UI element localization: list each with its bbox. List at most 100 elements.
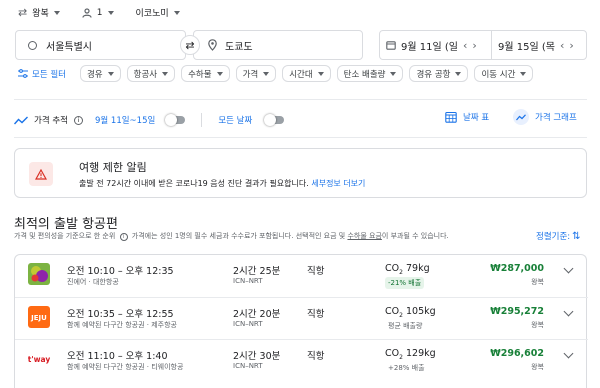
chevron-left-icon[interactable]: ‹	[463, 39, 467, 52]
chip-label: 가격	[242, 69, 259, 80]
expand-chevron-icon[interactable]	[563, 263, 574, 274]
co2-prefix: CO	[385, 306, 400, 317]
return-date-field[interactable]: 9월 15일 (목 ‹ ›	[492, 31, 580, 59]
flight-row[interactable]: JEJU 오전 10:35 – 오후 12:55 함께 예약된 다구간 항공권 …	[15, 297, 588, 339]
caret-down-icon	[107, 10, 114, 15]
destination-input[interactable]: 도쿄도	[193, 30, 363, 60]
price-graph-button[interactable]: 가격 그래프	[513, 109, 577, 125]
co2-sub: 2	[399, 311, 403, 319]
ranking-note: 가격 및 편의성을 기준으로 한 순위	[14, 232, 116, 240]
bag-fees-link[interactable]: 수하물 요금	[347, 232, 381, 240]
chevron-left-icon[interactable]: ‹	[560, 39, 564, 52]
date-grid-label: 날짜 표	[463, 113, 490, 123]
flight-times: 오전 10:35 – 오후 12:55	[67, 309, 174, 320]
depart-date-field[interactable]: 9월 11일 (일 ‹ ›	[380, 31, 492, 59]
filter-chip-bags[interactable]: 수하물	[181, 65, 230, 82]
info-icon[interactable]: i	[73, 115, 83, 125]
chevron-right-icon[interactable]: ›	[569, 39, 573, 52]
chip-label: 수하물	[188, 69, 212, 80]
caret-down-icon	[216, 71, 223, 76]
origin-value: 서울특별시	[46, 41, 92, 53]
swap-arrows-icon: ⇄	[18, 6, 28, 19]
flight-row[interactable]: t'way 오전 11:10 – 오후 1:40 함께 예약된 다구간 항공권 …	[15, 339, 588, 381]
caret-down-icon	[390, 71, 397, 76]
swap-locations-button[interactable]: ⇄	[180, 35, 200, 55]
price-tracking-label: 가격 추적	[34, 116, 68, 126]
price-tracking-row: 가격 추적 i 9월 11일~15일 모든 날짜	[14, 113, 285, 127]
filter-chip-emissions[interactable]: 탄소 배출량	[336, 65, 404, 82]
travel-restriction-alert: 여행 제한 알림 출발 전 72시간 이내에 받은 코로나19 음성 진단 결과…	[14, 148, 587, 198]
filter-chip-airline[interactable]: 항공사	[126, 65, 176, 82]
airline-logo-jejuair: JEJU	[28, 306, 50, 328]
chip-label: 경유 공항	[416, 69, 451, 80]
cabin-label: 이코노미	[135, 9, 169, 19]
flight-duration: 2시간 20분	[233, 309, 281, 320]
info-icon[interactable]: i	[119, 233, 128, 241]
caret-down-icon	[317, 71, 324, 76]
chip-label: 항공사	[133, 69, 158, 80]
date-grid-icon	[445, 111, 457, 123]
co2-sub: 2	[399, 268, 403, 276]
flight-route: ICN–NRT	[233, 277, 263, 285]
price-graph-label: 가격 그래프	[535, 113, 577, 123]
caret-down-icon	[53, 10, 60, 15]
flight-airline: 진에어 · 대한항공	[67, 278, 119, 286]
tracking-dates-label: 9월 11일~15일	[94, 116, 156, 126]
swap-icon: ⇄	[185, 38, 195, 52]
co2-value: 79kg	[405, 263, 430, 274]
origin-input[interactable]: 서울특별시	[15, 30, 186, 60]
chevron-right-icon[interactable]: ›	[472, 39, 476, 52]
filter-chip-price[interactable]: 가격	[235, 65, 277, 82]
caret-down-icon	[173, 10, 180, 15]
flight-airline: 함께 예약된 다구간 항공권 · 티웨이항공	[67, 363, 184, 371]
person-icon	[82, 7, 92, 18]
origin-circle-icon	[28, 40, 37, 50]
co2-value: 105kg	[405, 306, 436, 317]
flight-price: ₩287,000	[490, 263, 544, 274]
track-dates-toggle[interactable]	[165, 114, 186, 126]
flight-row[interactable]: 오전 10:10 – 오후 12:35 진에어 · 대한항공 2시간 25분 I…	[15, 255, 588, 297]
all-filters-button[interactable]: 모든 필터	[18, 68, 66, 80]
flight-stops: 직항	[307, 309, 325, 320]
flight-co2: CO2 79kg	[385, 263, 430, 276]
filter-chip-duration[interactable]: 이동 시간	[474, 65, 534, 82]
co2-prefix: CO	[385, 348, 400, 359]
calendar-icon	[386, 41, 396, 50]
flight-co2: CO2 129kg	[385, 348, 436, 361]
airline-logo-tway: t'way	[28, 348, 50, 370]
filter-chip-connecting-airports[interactable]: 경유 공항	[409, 65, 469, 82]
flight-price: ₩295,272	[490, 306, 544, 317]
trip-type-note: 왕복	[531, 363, 544, 371]
price-note: 가격에는 성인 1명의 필수 세금과 수수료가 포함됩니다. 선택적인 요금 및	[131, 232, 346, 240]
track-all-dates-toggle[interactable]	[264, 114, 285, 126]
expand-chevron-icon[interactable]	[563, 348, 574, 359]
alert-more-link[interactable]: 세부정보 더보기	[311, 179, 365, 188]
flight-duration: 2시간 25분	[233, 266, 281, 277]
flight-co2: CO2 105kg	[385, 306, 436, 319]
flight-results-list: 오전 10:10 – 오후 12:35 진에어 · 대한항공 2시간 25분 I…	[14, 254, 588, 388]
filter-chip-stops[interactable]: 경유	[79, 65, 121, 82]
trip-type-label: 왕복	[32, 9, 49, 19]
vertical-divider	[201, 113, 203, 127]
caret-down-icon	[107, 71, 114, 76]
filter-chip-times[interactable]: 시간대	[282, 65, 331, 82]
trip-type-select[interactable]: ⇄ 왕복	[18, 6, 60, 19]
caret-down-icon	[162, 71, 169, 76]
flight-route: ICN–NRT	[233, 320, 263, 328]
sort-button[interactable]: 정렬기준: ⇅	[536, 230, 581, 243]
price-note-end: 이 부과될 수 있습니다.	[381, 232, 449, 240]
expand-chevron-icon[interactable]	[563, 306, 574, 317]
all-dates-label: 모든 날짜	[218, 116, 253, 126]
flight-stops: 직항	[307, 266, 325, 277]
flight-duration: 2시간 30분	[233, 351, 281, 362]
caret-down-icon	[455, 71, 462, 76]
cabin-select[interactable]: 이코노미	[136, 6, 180, 19]
chip-label: 이동 시간	[481, 69, 516, 80]
emission-badge: +28% 배출	[388, 364, 425, 372]
passenger-select[interactable]: 1	[82, 8, 114, 18]
depart-date-value: 9월 11일 (일	[401, 41, 458, 53]
co2-prefix: CO	[385, 263, 400, 274]
date-grid-button[interactable]: 날짜 표	[445, 111, 489, 123]
trip-options-bar: ⇄ 왕복 1 이코노미	[18, 6, 180, 19]
return-date-value: 9월 15일 (목	[498, 41, 555, 53]
